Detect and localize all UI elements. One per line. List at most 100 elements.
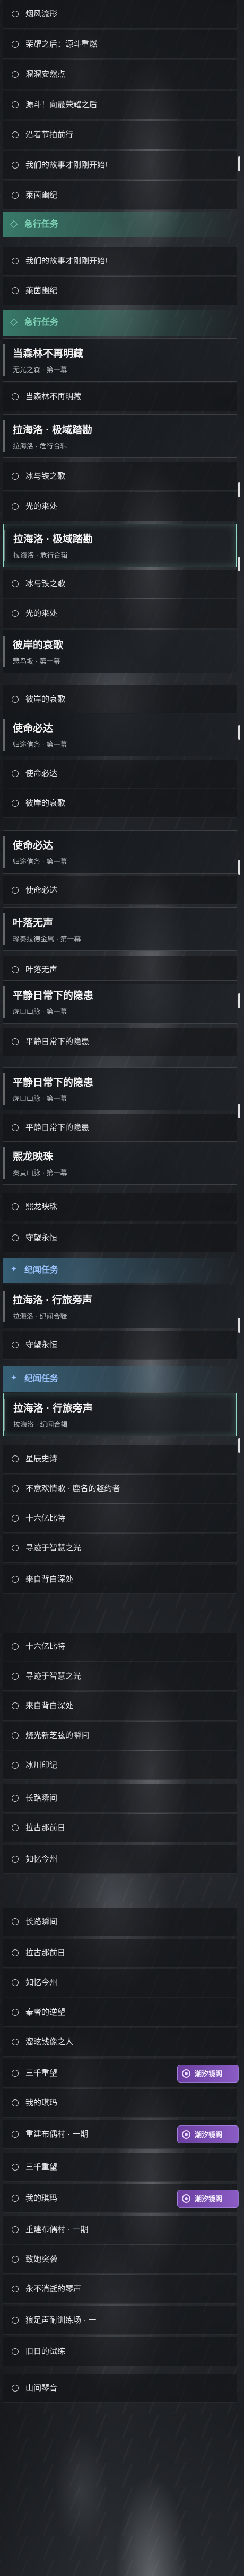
quest-item[interactable]: 我的琪玛 潮汐镜阁 xyxy=(3,2184,239,2213)
quest-item[interactable]: 星辰史诗 xyxy=(3,1445,237,1474)
quest-chapter-card[interactable]: 使命必达 归途信条 · 第一幕 xyxy=(3,713,237,756)
scrollbar-thumb[interactable] xyxy=(238,860,240,875)
quest-item[interactable]: 冰川印记 xyxy=(3,1751,237,1780)
quest-status-circle-icon xyxy=(12,2195,19,2202)
quest-status-circle-icon xyxy=(12,2385,19,2392)
quest-item[interactable]: 来自背白深处 xyxy=(3,1565,237,1594)
quest-chapter-card[interactable]: 彼岸的哀歌 悲鸟坂 · 第一幕 xyxy=(3,630,237,673)
quest-item[interactable]: 光的来处 xyxy=(3,599,237,628)
card-accent-bar xyxy=(3,1291,5,1322)
quest-chapter-card-selected[interactable]: 拉海洛 · 行旅旁声 拉海洛 · 纪闻合辑 xyxy=(3,1393,237,1436)
quest-item[interactable]: 彼岸的哀歌 xyxy=(3,685,237,714)
quest-item[interactable]: 熙龙映珠 xyxy=(3,1193,237,1221)
quest-item[interactable]: 荣耀之后：源斗重燃 xyxy=(3,30,237,59)
quest-item[interactable]: 不意欢情歌 · 鹿名的趣约者 xyxy=(3,1475,237,1503)
quest-item[interactable]: 我的琪玛 xyxy=(3,2089,237,2118)
scrollbar-thumb[interactable] xyxy=(238,1104,240,1118)
quest-log-screen: 烟风流形荣耀之后：源斗重燃 溜溜安然点 源斗！向最荣耀之后 沿着节拍前行 我们的故事才刚… xyxy=(0,0,244,2576)
event-badge-label: 潮汐镜阁 xyxy=(195,2131,223,2139)
quest-item[interactable]: 平静日常下的隐患 xyxy=(3,1114,237,1142)
quest-chapter-card[interactable]: 叶落无声 璨奏拉德金属 · 第一幕 xyxy=(3,907,237,951)
quest-item[interactable]: 如忆今州 xyxy=(3,1969,237,1997)
quest-item[interactable]: 溜眩钱像之人 xyxy=(3,2028,237,2057)
quest-item[interactable]: 三千重望 xyxy=(3,2153,237,2182)
event-badge-label: 潮汐镜阁 xyxy=(195,2195,223,2203)
quest-item[interactable]: 沿着节拍前行 xyxy=(3,121,237,149)
scrollbar-thumb[interactable] xyxy=(238,725,240,740)
quest-item[interactable]: 拉古那前日 xyxy=(3,1939,237,1968)
quest-item[interactable]: 当森林不再明藏 xyxy=(3,383,237,411)
quest-item[interactable]: 彼岸的哀歌 xyxy=(3,789,237,818)
quest-item[interactable]: 平静日常下的隐患 xyxy=(3,1028,237,1056)
quest-item[interactable]: 莱茵幽纪 xyxy=(3,181,237,210)
quest-item[interactable]: 秦者的逆望 xyxy=(3,1998,237,2027)
scrollbar-thumb[interactable] xyxy=(238,557,240,571)
scrollbar-thumb[interactable] xyxy=(238,993,240,1008)
scrollbar-thumb[interactable] xyxy=(238,1318,240,1333)
quest-item[interactable]: 重建布偶村 · 一期 xyxy=(3,2216,237,2244)
quest-status-circle-icon xyxy=(12,1342,19,1348)
quest-item-label: 光的来处 xyxy=(25,609,58,618)
quest-chapter-card[interactable]: 平静日常下的隐患 虎口山脉 · 第一幕 xyxy=(3,980,237,1024)
quest-item-label: 熙龙映珠 xyxy=(25,1202,58,1211)
quest-chapter-card[interactable]: 拉海洛 · 行旅旁声 拉海洛 · 纪闻合辑 xyxy=(3,1285,237,1328)
quest-status-circle-icon xyxy=(12,192,19,199)
quest-item[interactable]: 我们的故事才刚刚开始! xyxy=(3,247,237,276)
quest-item[interactable]: 冰与铁之歌 xyxy=(3,570,237,598)
sparkle-icon xyxy=(10,1374,18,1382)
quest-item[interactable]: 如忆今州 xyxy=(3,1845,237,1874)
quest-item[interactable]: 十六亿比特 xyxy=(3,1504,237,1533)
quest-item[interactable]: 寻迹于智慧之光 xyxy=(3,1534,237,1563)
quest-category-header[interactable]: 急行任务 xyxy=(3,212,237,237)
quest-category-header[interactable]: 急行任务 xyxy=(3,310,237,336)
quest-item[interactable]: 溜溜安然点 xyxy=(3,60,237,89)
quest-item[interactable]: 重建布偶村 · 一期 潮汐镜阁 xyxy=(3,2120,239,2149)
quest-item[interactable]: 冰与铁之歌 xyxy=(3,462,237,491)
quest-status-circle-icon xyxy=(12,770,19,777)
quest-status-circle-icon xyxy=(12,1038,19,1045)
quest-item[interactable]: 旧日的试练 xyxy=(3,2337,237,2366)
quest-status-circle-icon xyxy=(12,473,19,480)
quest-item[interactable]: 莱茵幽纪 xyxy=(3,277,237,305)
quest-chapter-card-selected[interactable]: 拉海洛 · 极域踏勘 拉海洛 · 危行合辑 xyxy=(3,524,237,567)
quest-chapter-card[interactable]: 熙龙映珠 秦黄山脉 · 第一幕 xyxy=(3,1141,237,1185)
quest-item[interactable]: 长路瞬间 xyxy=(3,1784,237,1813)
quest-chapter-subtitle: 虎口山脉 · 第一幕 xyxy=(13,1095,67,1102)
quest-item[interactable]: 使命必达 xyxy=(3,760,237,788)
quest-status-circle-icon xyxy=(12,258,19,264)
quest-item[interactable]: 源斗！向最荣耀之后 xyxy=(3,91,237,119)
quest-item-label: 重建布偶村 · 一期 xyxy=(25,2130,89,2139)
quest-status-circle-icon xyxy=(12,2131,19,2138)
quest-item[interactable]: 守望永恒 xyxy=(3,1224,237,1252)
quest-item[interactable]: 烧光新芝弦的瞬间 xyxy=(3,1722,237,1750)
quest-item-label: 三千重望 xyxy=(25,2069,58,2078)
quest-item[interactable]: 致她突袭 xyxy=(3,2245,237,2274)
quest-item[interactable]: 拉古那前日 xyxy=(3,1814,237,1842)
quest-item[interactable]: 长路瞬间 xyxy=(3,1908,237,1936)
scrollbar-thumb[interactable] xyxy=(238,482,240,497)
quest-item[interactable]: 寻迹于智慧之光 xyxy=(3,1662,237,1691)
quest-item[interactable]: 山间琴音 xyxy=(3,2374,237,2403)
quest-category-header[interactable]: 纪闻任务 xyxy=(3,1258,237,1283)
quest-item[interactable]: 狼足声耐训练场 · 一 xyxy=(3,2306,237,2335)
quest-chapter-card[interactable]: 当森林不再明藏 无光之森 · 第一幕 xyxy=(3,338,237,382)
quest-item[interactable]: 来自背白深处 xyxy=(3,1692,237,1721)
quest-item-label: 拉古那前日 xyxy=(25,1823,66,1832)
quest-item[interactable]: 光的来处 xyxy=(3,492,237,521)
quest-item[interactable]: 使命必达 xyxy=(3,876,237,905)
scrollbar-thumb[interactable] xyxy=(238,1438,240,1453)
quest-status-circle-icon xyxy=(12,1918,19,1925)
quest-chapter-title: 拉海洛 · 行旅旁声 xyxy=(13,1403,93,1414)
scrollbar-thumb[interactable] xyxy=(238,156,240,171)
quest-item[interactable]: 十六亿比特 xyxy=(3,1633,237,1661)
quest-chapter-card[interactable]: 拉海洛 · 极域踏勘 拉海洛 · 危行合辑 xyxy=(3,414,237,458)
quest-item[interactable]: 烟风流形 xyxy=(3,0,237,29)
quest-item[interactable]: 三千重望 潮汐镜阁 xyxy=(3,2059,239,2088)
quest-item[interactable]: 我们的故事才刚刚开始! xyxy=(3,151,237,180)
quest-category-header[interactable]: 纪闻任务 xyxy=(3,1366,237,1392)
quest-chapter-card[interactable]: 使命必达 归途信条 · 第一幕 xyxy=(3,830,237,874)
quest-chapter-card[interactable]: 平静日常下的隐患 虎口山脉 · 第一幕 xyxy=(3,1067,237,1110)
quest-item-label: 烟风流形 xyxy=(25,10,58,19)
quest-item[interactable]: 永不消逝的琴声 xyxy=(3,2275,237,2304)
quest-item[interactable]: 守望永恒 xyxy=(3,1331,237,1360)
